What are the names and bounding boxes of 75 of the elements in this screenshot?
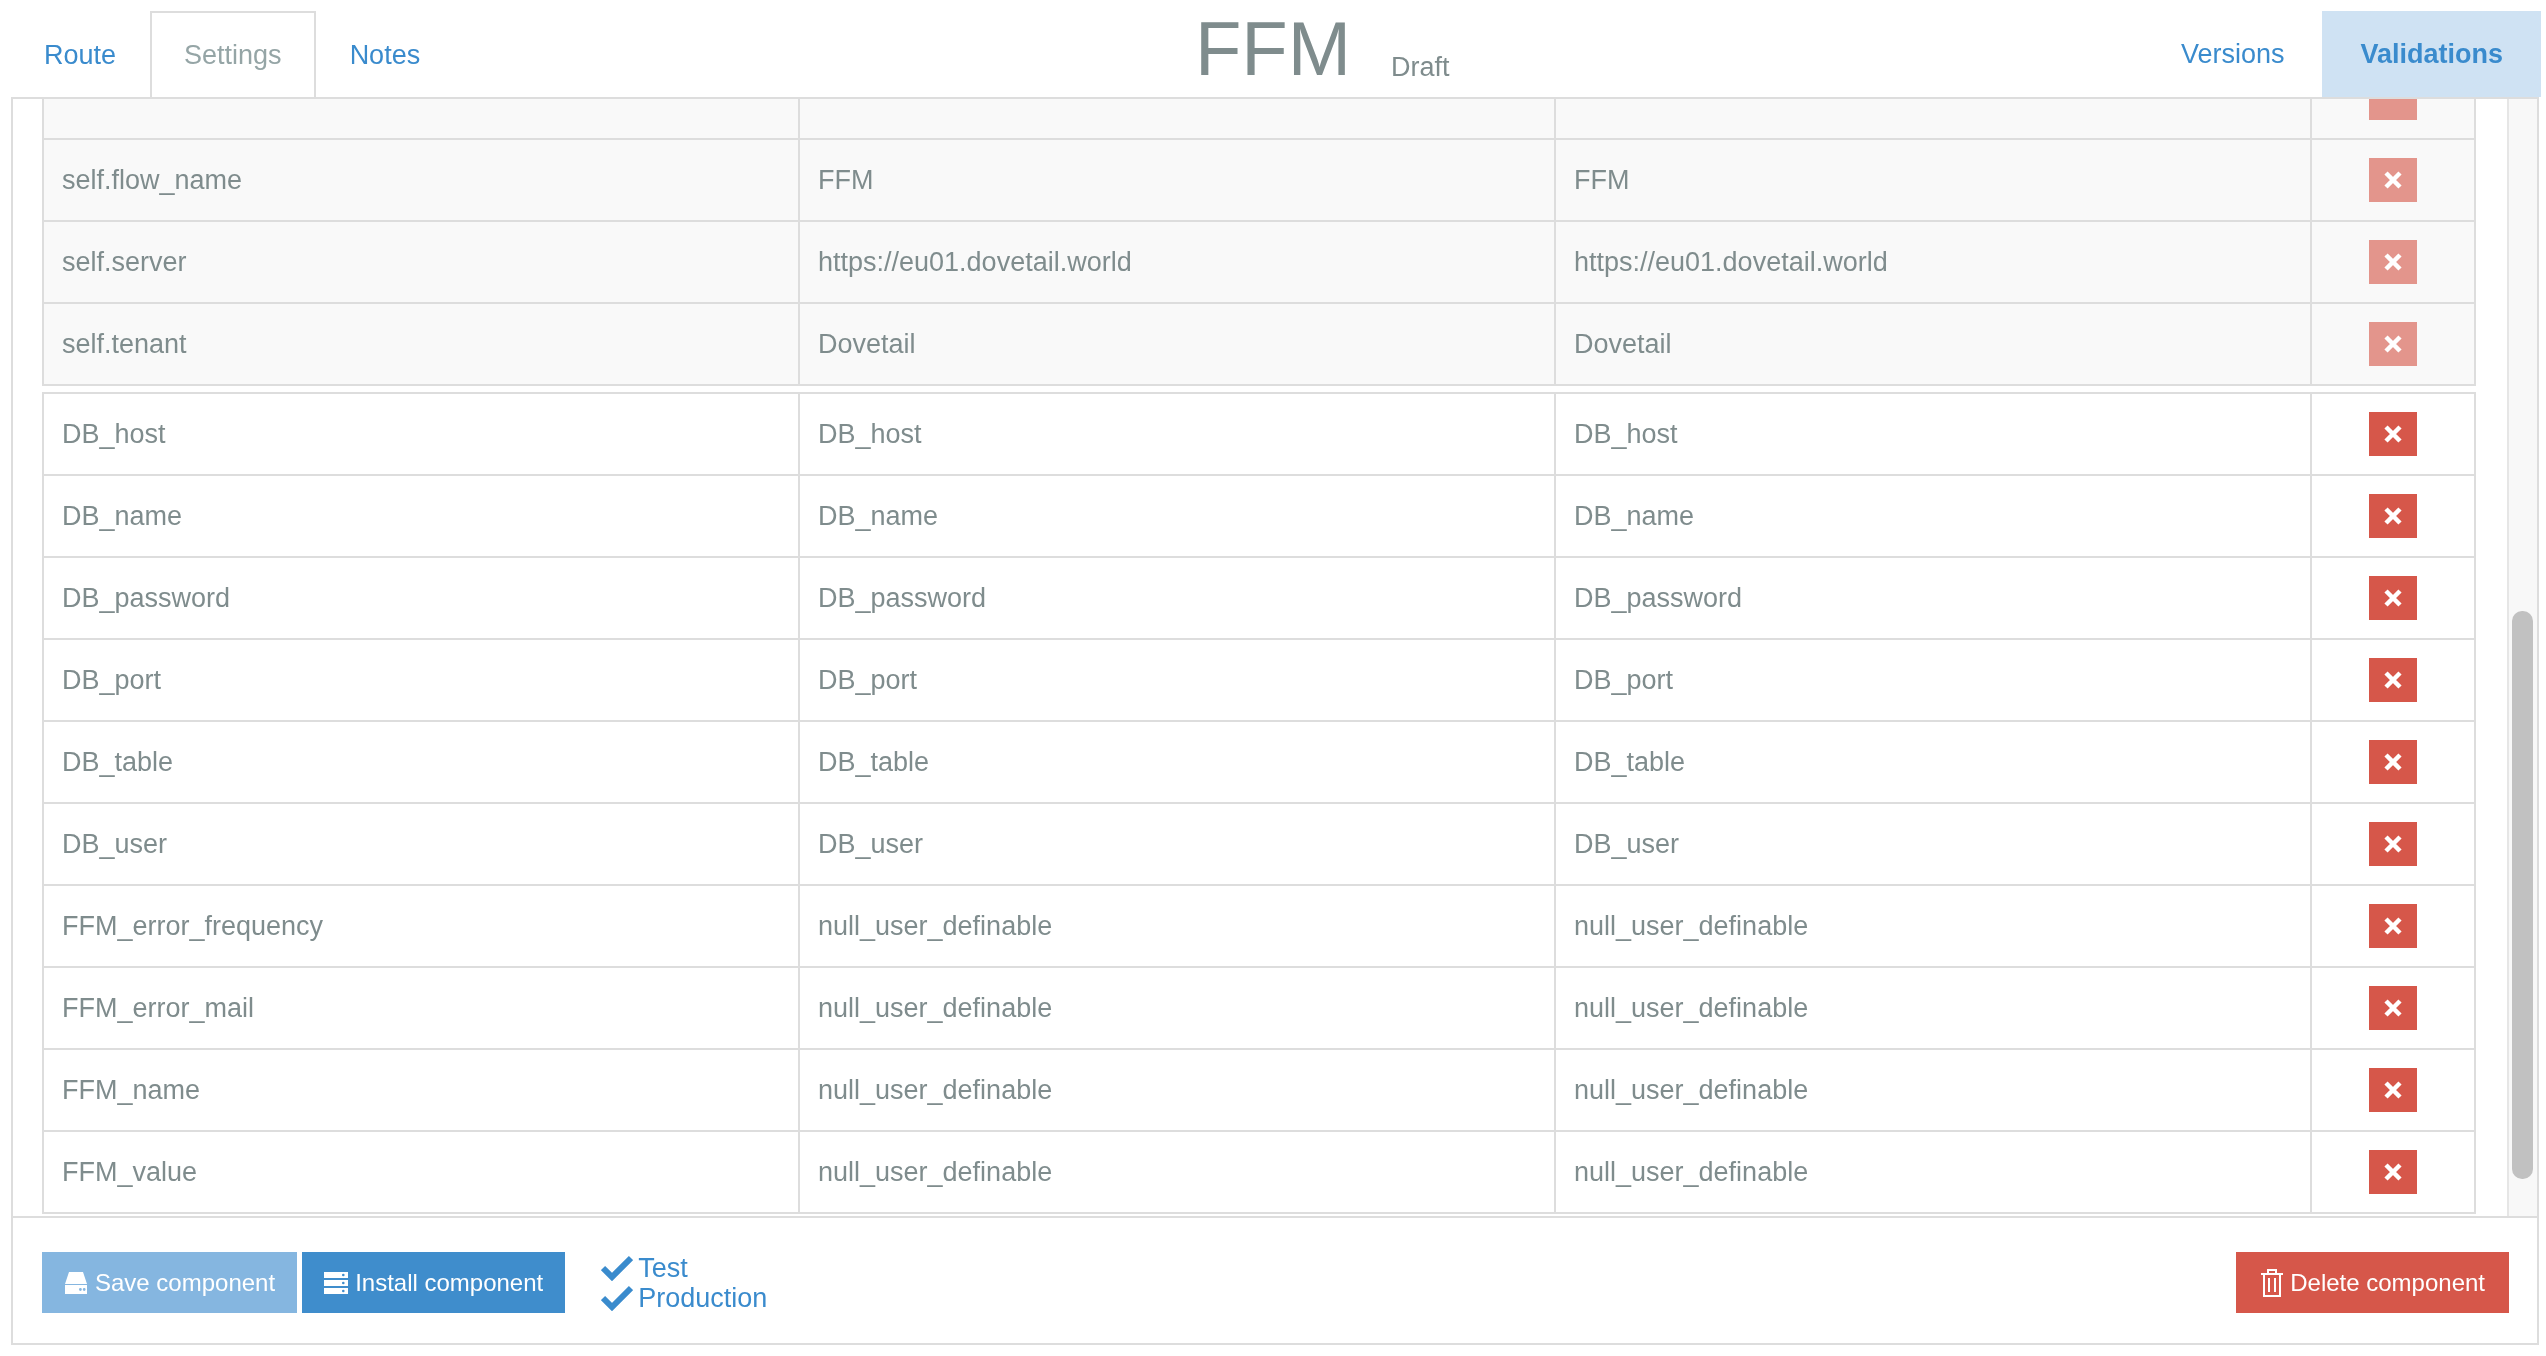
cross-icon (2383, 170, 2403, 190)
delete-button[interactable] (2369, 494, 2417, 538)
environment-label: Test (638, 1252, 688, 1283)
table-cell: self.flow_name (62, 164, 243, 196)
table-cell: DB_password (62, 582, 231, 614)
server-icon (324, 1271, 349, 1294)
scrollbar-thumb[interactable] (2512, 611, 2533, 1179)
cross-icon (2383, 916, 2403, 936)
cross-icon (2383, 506, 2403, 526)
cross-icon (2383, 752, 2403, 772)
table-cell: null_user_definable (818, 1156, 1053, 1188)
table-cell: self.server (62, 246, 187, 278)
tab[interactable]: Validations (2322, 11, 2541, 97)
delete-button[interactable] (2369, 1150, 2417, 1194)
cross-icon (2383, 334, 2403, 354)
table-cell: self.tenant (62, 328, 187, 360)
table-cell: DB_port (818, 664, 918, 696)
table-cell: FFM_error_frequency (62, 910, 324, 942)
table-cell: DB_host (1574, 418, 1678, 450)
table-cell: FFM_error_mail (62, 992, 255, 1024)
environment-label: Production (638, 1282, 768, 1313)
table-cell: DB_password (818, 582, 987, 614)
tab[interactable]: Versions (2142, 11, 2323, 97)
table-cell: DB_name (1574, 500, 1695, 532)
table-cell: https://eu01.dovetail.world (818, 246, 1132, 278)
table-cell: FFM (818, 164, 874, 196)
table-cell: DB_table (818, 746, 930, 778)
delete-button[interactable] (2369, 658, 2417, 702)
trash-icon (2260, 1268, 2285, 1297)
table-cell: null_user_definable (1574, 1156, 1809, 1188)
cross-icon (2383, 670, 2403, 690)
cross-icon (2383, 588, 2403, 608)
delete-button[interactable] (2369, 412, 2417, 456)
table-cell: DB_user (818, 828, 924, 860)
cross-icon (2383, 1162, 2403, 1182)
table-cell: null_user_definable (1574, 992, 1809, 1024)
delete-button[interactable] (2369, 1068, 2417, 1112)
table-cell: null_user_definable (1574, 910, 1809, 942)
table-cell: DB_host (818, 418, 922, 450)
table-cell: DB_table (62, 746, 174, 778)
cross-icon (2383, 998, 2403, 1018)
install-button[interactable]: Install component (302, 1252, 566, 1313)
cross-icon (2383, 424, 2403, 444)
table-cell: https://eu01.dovetail.world (1574, 246, 1888, 278)
table-cell: null_user_definable (1574, 1074, 1809, 1106)
table-cell: DB_port (62, 664, 162, 696)
delete-button[interactable] (2369, 822, 2417, 866)
table-cell: DB_port (1574, 664, 1674, 696)
delete-button[interactable] (2369, 740, 2417, 784)
delete-button[interactable] (2369, 576, 2417, 620)
table-cell: FFM_name (62, 1074, 201, 1106)
table-cell: null_user_definable (818, 1074, 1053, 1106)
hard-drive-icon (64, 1271, 88, 1294)
page-title: FFM (1194, 5, 1352, 93)
cross-icon (2383, 1080, 2403, 1100)
table-cell: FFM (1574, 164, 1630, 196)
cross-icon (2383, 252, 2403, 272)
table-cell: Dovetail (1574, 328, 1672, 360)
table-cell: DB_name (62, 500, 183, 532)
table-cell: FFM_value (62, 1156, 198, 1188)
tab[interactable]: Settings (150, 11, 316, 97)
table-cell: DB_name (818, 500, 939, 532)
delete-button[interactable] (2369, 904, 2417, 948)
table-cell: DB_host (62, 418, 166, 450)
table-cell: DB_table (1574, 746, 1686, 778)
delete-button[interactable] (2369, 986, 2417, 1030)
cross-icon (2383, 834, 2403, 854)
table-cell: Dovetail (818, 328, 916, 360)
table-cell: null_user_definable (818, 992, 1053, 1024)
status-label: Draft (1391, 52, 1450, 84)
table-cell: null_user_definable (818, 910, 1053, 942)
delete-component-button[interactable]: Delete component (2236, 1252, 2509, 1313)
table-cell: DB_password (1574, 582, 1743, 614)
table-cell: DB_user (1574, 828, 1680, 860)
table-cell: DB_user (62, 828, 168, 860)
